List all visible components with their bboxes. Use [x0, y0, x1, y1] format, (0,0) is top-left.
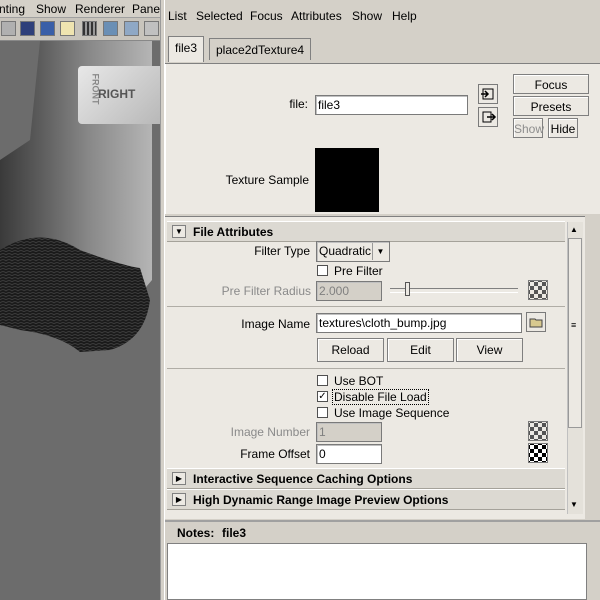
separator — [167, 368, 565, 369]
view-cube[interactable]: FRONT RIGHT — [78, 66, 160, 124]
attribute-scrollbar[interactable]: ▲ ≡ ▼ — [567, 222, 583, 514]
node-tabs: file3 place2dTexture4 — [165, 30, 600, 64]
scroll-down-icon[interactable]: ▼ — [570, 500, 578, 509]
image-number-map-icon[interactable] — [528, 421, 548, 441]
filter-type-dropdown[interactable]: Quadratic ▼ — [316, 241, 390, 262]
texture-sample-label: Texture Sample — [225, 173, 309, 187]
output-connection-icon[interactable] — [478, 107, 498, 127]
use-bot-label: Use BOT — [334, 374, 384, 388]
scroll-thumb[interactable] — [568, 238, 582, 428]
image-number-field[interactable]: 1 — [316, 422, 382, 442]
shading-icon[interactable] — [1, 21, 16, 36]
presets-button[interactable]: Presets — [513, 96, 589, 116]
hdr-preview-title: High Dynamic Range Image Preview Options — [193, 493, 449, 507]
focus-button[interactable]: Focus — [513, 74, 589, 94]
tab-place2dtexture4[interactable]: place2dTexture4 — [209, 38, 312, 60]
smooth-shade-icon[interactable] — [40, 21, 55, 36]
disable-file-load-label: Disable File Load — [332, 389, 429, 405]
file-attributes-title: File Attributes — [193, 225, 274, 239]
image-name-field[interactable]: textures\cloth_bump.jpg — [316, 313, 522, 333]
frame-offset-field[interactable]: 0 — [316, 444, 382, 464]
scroll-grip-icon: ≡ — [571, 320, 577, 330]
viewport-scene[interactable]: FRONT RIGHT — [0, 41, 160, 600]
viewport-menu-panels[interactable]: Panel — [132, 2, 160, 16]
menu-show[interactable]: Show — [352, 9, 382, 23]
image-number-label: Image Number — [230, 425, 310, 439]
view-cube-right-label: RIGHT — [98, 87, 136, 101]
collapse-arrow-icon[interactable]: ▶ — [172, 472, 186, 485]
image-name-label: Image Name — [241, 317, 310, 331]
viewport-menu-renderer[interactable]: Renderer — [75, 2, 125, 16]
tab-file3[interactable]: file3 — [168, 36, 205, 62]
hdr-preview-header[interactable]: ▶ High Dynamic Range Image Preview Optio… — [167, 489, 565, 510]
use-image-sequence-checkbox[interactable] — [317, 407, 328, 418]
chevron-down-icon: ▼ — [372, 243, 388, 260]
use-bot-checkbox[interactable] — [317, 375, 328, 386]
pre-filter-label: Pre Filter — [334, 264, 383, 278]
folder-icon[interactable] — [526, 312, 546, 332]
input-connection-icon[interactable] — [478, 84, 498, 104]
show-button[interactable]: Show — [513, 118, 544, 138]
hide-button[interactable]: Hide — [548, 118, 578, 138]
interactive-caching-header[interactable]: ▶ Interactive Sequence Caching Options — [167, 468, 565, 489]
frame-offset-label: Frame Offset — [240, 447, 310, 461]
map-button-icon[interactable] — [528, 280, 548, 300]
reload-button[interactable]: Reload — [317, 338, 384, 362]
pre-filter-radius-field[interactable]: 2.000 — [316, 281, 382, 301]
notes-node-name: file3 — [222, 526, 247, 540]
viewport-menu-lighting[interactable]: nting — [0, 2, 25, 16]
notes-textarea[interactable] — [167, 543, 587, 600]
expand-arrow-icon[interactable]: ▼ — [172, 225, 186, 238]
grid-icon[interactable] — [82, 21, 97, 36]
file-label: file: — [289, 97, 308, 111]
separator — [167, 306, 565, 307]
texture-sample-swatch[interactable] — [315, 148, 379, 212]
menu-attributes[interactable]: Attributes — [291, 9, 342, 23]
lighting-icon[interactable] — [60, 21, 75, 36]
scroll-up-icon[interactable]: ▲ — [570, 225, 578, 234]
notes-header: Notes: file3 — [165, 520, 600, 542]
file-attributes-header[interactable]: ▼ File Attributes — [167, 221, 565, 242]
viewport-menubar: nting Show Renderer Panel — [0, 0, 160, 18]
scene-geometry — [0, 41, 152, 352]
collapse-arrow-icon[interactable]: ▶ — [172, 493, 186, 506]
edit-button[interactable]: Edit — [387, 338, 454, 362]
camera-icon[interactable] — [103, 21, 118, 36]
filter-type-label: Filter Type — [254, 244, 310, 258]
slider-handle[interactable] — [405, 282, 410, 296]
resolution-gate-icon[interactable] — [144, 21, 159, 36]
menu-help[interactable]: Help — [392, 9, 417, 23]
menu-selected[interactable]: Selected — [196, 9, 243, 23]
image-plane-icon[interactable] — [124, 21, 139, 36]
attribute-editor-menubar: List Selected Focus Attributes Show Help — [165, 0, 600, 30]
wireframe-icon[interactable] — [20, 21, 35, 36]
frame-offset-map-icon[interactable] — [528, 443, 548, 463]
viewport-toolbar — [0, 18, 160, 41]
disable-file-load-checkbox[interactable]: ✓ — [317, 391, 328, 402]
viewport-menu-show[interactable]: Show — [36, 2, 66, 16]
pre-filter-radius-label: Pre Filter Radius — [221, 284, 311, 298]
filter-type-value: Quadratic — [319, 244, 372, 258]
node-name-field[interactable]: file3 — [315, 95, 468, 115]
view-button[interactable]: View — [456, 338, 523, 362]
use-image-sequence-label: Use Image Sequence — [334, 406, 450, 420]
3d-viewport[interactable]: nting Show Renderer Panel FRONT RIGHT — [0, 0, 160, 600]
menu-list[interactable]: List — [168, 9, 187, 23]
pre-filter-checkbox[interactable] — [317, 265, 328, 276]
menu-focus[interactable]: Focus — [250, 9, 283, 23]
interactive-caching-title: Interactive Sequence Caching Options — [193, 472, 413, 486]
notes-label: Notes: — [177, 526, 215, 540]
